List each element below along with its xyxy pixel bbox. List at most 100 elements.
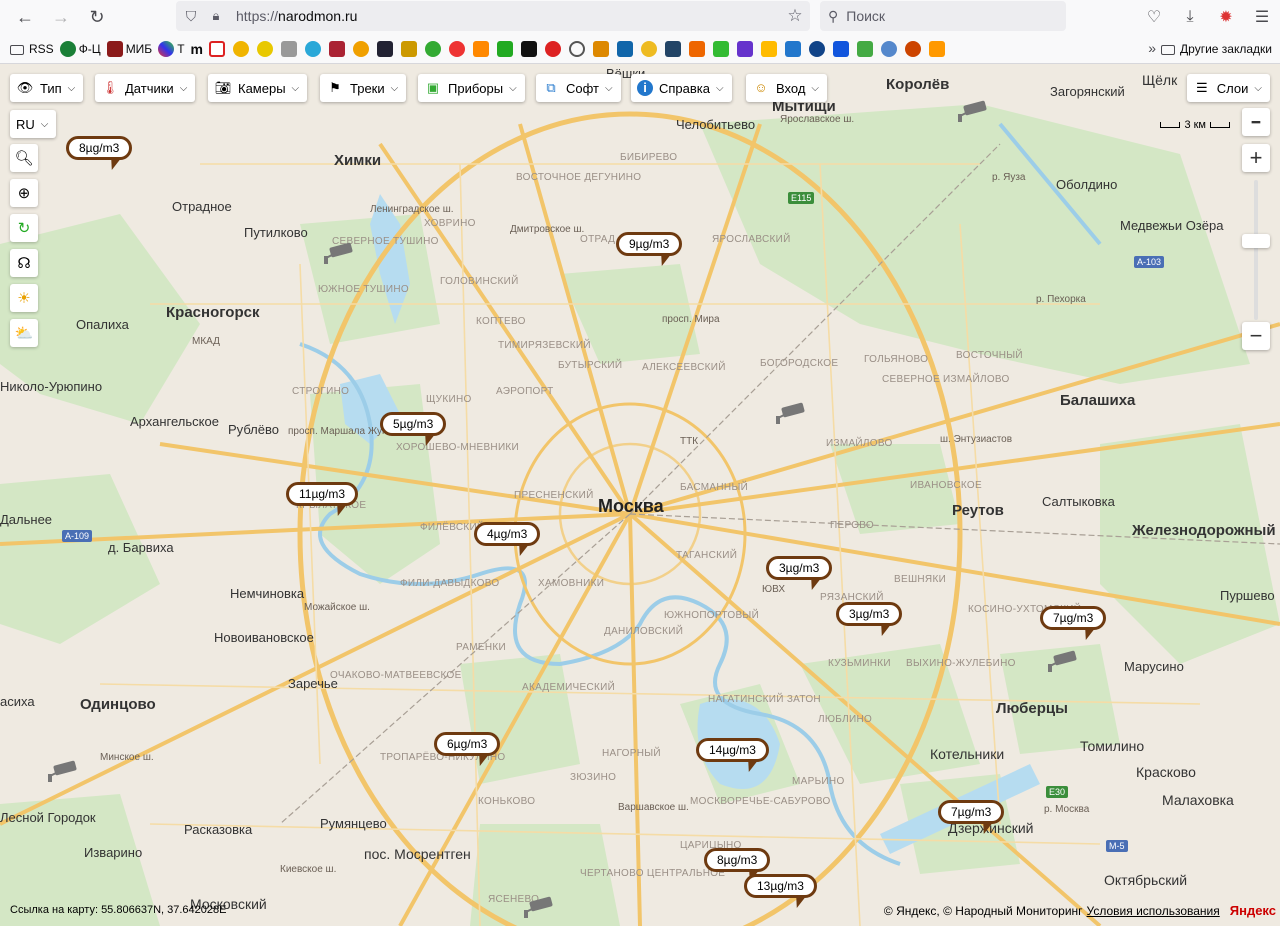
extension-icon[interactable]: ✹ xyxy=(1208,7,1244,27)
tracking-shield-icon[interactable]: ⛉ xyxy=(176,8,206,25)
bookmark-fc[interactable]: Ф-Ц xyxy=(59,40,101,57)
bookmark-star-icon[interactable]: ☆ xyxy=(780,6,810,26)
lightbulb-icon[interactable]: ☀ xyxy=(10,284,38,312)
download-icon[interactable]: ⤓ xyxy=(1172,8,1208,26)
camera-marker-icon[interactable] xyxy=(322,242,356,266)
bookmark-icon-13[interactable] xyxy=(496,40,513,57)
map-label-small: Салтыковка xyxy=(1042,494,1115,509)
help-menu-button[interactable]: i Справка ⌵ xyxy=(631,74,732,102)
bookmark-icon-19[interactable] xyxy=(640,40,657,57)
bookmark-icon-9[interactable] xyxy=(400,40,417,57)
address-bar[interactable]: ⛉ 🔒︎ https://narodmon.ru ☆ xyxy=(176,1,810,31)
bookmark-icon-8[interactable] xyxy=(376,40,393,57)
layers-menu-button[interactable]: ☰ Слои ⌵ xyxy=(1186,74,1270,102)
bookmark-icon-6[interactable] xyxy=(328,40,345,57)
sensor-marker[interactable]: 5µg/m3 xyxy=(380,412,447,436)
bookmark-icon-20[interactable] xyxy=(664,40,681,57)
camera-marker-icon[interactable] xyxy=(1046,650,1080,674)
bookmark-icon-22[interactable] xyxy=(712,40,729,57)
zoom-slider-handle[interactable] xyxy=(1242,234,1270,248)
menu-icon[interactable]: ☰ xyxy=(1244,7,1280,27)
sensor-marker[interactable]: 6µg/m3 xyxy=(434,732,501,756)
tracks-menu-button[interactable]: ⚑ Треки ⌵ xyxy=(320,74,407,102)
login-menu-button[interactable]: ☺ Вход ⌵ xyxy=(746,74,828,102)
software-menu-button[interactable]: ⧉ Софт ⌵ xyxy=(536,74,621,102)
other-bookmarks[interactable]: Другие закладки xyxy=(1161,42,1272,56)
bookmark-icon-15[interactable] xyxy=(544,40,561,57)
ruler-icon[interactable]: ━ xyxy=(1242,108,1270,136)
camera-marker-icon[interactable] xyxy=(774,402,808,426)
sensors-menu-button[interactable]: 🌡︎ Датчики ⌵ xyxy=(95,74,196,102)
bookmark-icon-21[interactable] xyxy=(688,40,705,57)
back-icon[interactable]: ← xyxy=(8,0,42,34)
bookmark-icon-25[interactable] xyxy=(784,40,801,57)
bookmark-icon-5[interactable] xyxy=(304,40,321,57)
bookmark-icon-26[interactable] xyxy=(808,40,825,57)
bookmark-icon-12[interactable] xyxy=(472,40,489,57)
zoom-slider-track[interactable] xyxy=(1254,180,1258,320)
bookmark-icon-16[interactable] xyxy=(568,40,585,57)
map-label-small: Румянцево xyxy=(320,816,387,831)
pocket-icon[interactable]: ♡ xyxy=(1136,7,1172,27)
bookmark-icon-14[interactable] xyxy=(520,40,537,57)
bookmark-icon-1[interactable] xyxy=(208,40,225,57)
sensor-marker[interactable]: 7µg/m3 xyxy=(1040,606,1107,630)
sensor-marker[interactable]: 4µg/m3 xyxy=(474,522,541,546)
bookmark-mib[interactable]: МИБ xyxy=(106,40,152,57)
zoom-in-button[interactable]: + xyxy=(1242,144,1270,172)
bookmark-icon-17[interactable] xyxy=(592,40,609,57)
map-label-town: Томилино xyxy=(1080,738,1145,754)
bookmark-icon-18[interactable] xyxy=(616,40,633,57)
language-select[interactable]: RU ⌵ xyxy=(10,110,57,138)
sensor-marker[interactable]: 3µg/m3 xyxy=(766,556,833,580)
sensor-marker[interactable]: 7µg/m3 xyxy=(938,800,1005,824)
bookmark-icon-24[interactable] xyxy=(760,40,777,57)
weather-icon[interactable]: ⛅ xyxy=(10,319,38,347)
cameras-menu-button[interactable]: 📷︎ Камеры ⌵ xyxy=(208,74,308,102)
bookmark-m[interactable]: m xyxy=(191,41,203,57)
lock-icon[interactable]: 🔒︎ xyxy=(206,8,226,24)
reload-icon[interactable]: ↻ xyxy=(80,0,114,34)
camera-marker-icon[interactable] xyxy=(522,896,556,920)
bookmark-icon-3[interactable] xyxy=(256,40,273,57)
bookmark-icon-10[interactable] xyxy=(424,40,441,57)
map-label-small: Отрадное xyxy=(172,199,232,214)
bookmark-icon-4[interactable] xyxy=(280,40,297,57)
bookmark-t[interactable]: T xyxy=(158,40,185,57)
forward-icon[interactable]: → xyxy=(44,0,78,34)
bookmark-icon-30[interactable] xyxy=(904,40,921,57)
sensor-marker[interactable]: 8µg/m3 xyxy=(66,136,133,160)
bookmark-icon-23[interactable] xyxy=(736,40,753,57)
sensor-marker[interactable]: 9µg/m3 xyxy=(616,232,683,256)
bookmark-icon-28[interactable] xyxy=(856,40,873,57)
camera-marker-icon[interactable] xyxy=(46,760,80,784)
sensor-marker[interactable]: 13µg/m3 xyxy=(744,874,817,898)
map-canvas[interactable]: Химки Москва Красногорск Мытищи Королёв Балаш… xyxy=(0,64,1280,926)
search-input[interactable]: ⚲ Поиск xyxy=(820,1,1066,31)
bookmarks-overflow-icon[interactable]: » xyxy=(1148,40,1156,56)
geolocation-icon[interactable]: ⊕ xyxy=(10,179,38,207)
sensor-marker[interactable]: 11µg/m3 xyxy=(286,482,359,506)
map-label-district: КОПТЕВО xyxy=(476,316,526,327)
bookmark-icon-11[interactable] xyxy=(448,40,465,57)
bookmark-icon-27[interactable] xyxy=(832,40,849,57)
headset-icon[interactable]: ☊ xyxy=(10,249,38,277)
sensor-marker[interactable]: 3µg/m3 xyxy=(836,602,903,626)
map-label-town: пос. Мосрентген xyxy=(364,846,471,862)
sensor-marker[interactable]: 8µg/m3 xyxy=(704,848,771,872)
bookmark-icon-7[interactable] xyxy=(352,40,369,57)
refresh-icon[interactable]: ↻ xyxy=(10,214,38,242)
map-label-district: ВЫХИНО-ЖУЛЕБИНО xyxy=(906,658,1016,669)
devices-menu-button[interactable]: ▣ Приборы ⌵ xyxy=(418,74,525,102)
search-icon[interactable]: 🔍︎ xyxy=(10,144,38,172)
terms-link[interactable]: Условия использования xyxy=(1087,904,1220,918)
bookmark-icon-29[interactable] xyxy=(880,40,897,57)
bookmark-rss[interactable]: RSS xyxy=(10,42,54,56)
bookmark-icon-31[interactable] xyxy=(928,40,945,57)
zoom-out-button[interactable]: − xyxy=(1242,322,1270,350)
bookmark-icon-2[interactable] xyxy=(232,40,249,57)
camera-marker-icon[interactable] xyxy=(956,100,990,124)
sensor-marker[interactable]: 14µg/m3 xyxy=(696,738,769,762)
type-menu-button[interactable]: 👁︎ Тип ⌵ xyxy=(10,74,84,102)
url-text[interactable]: https://narodmon.ru xyxy=(236,8,780,24)
